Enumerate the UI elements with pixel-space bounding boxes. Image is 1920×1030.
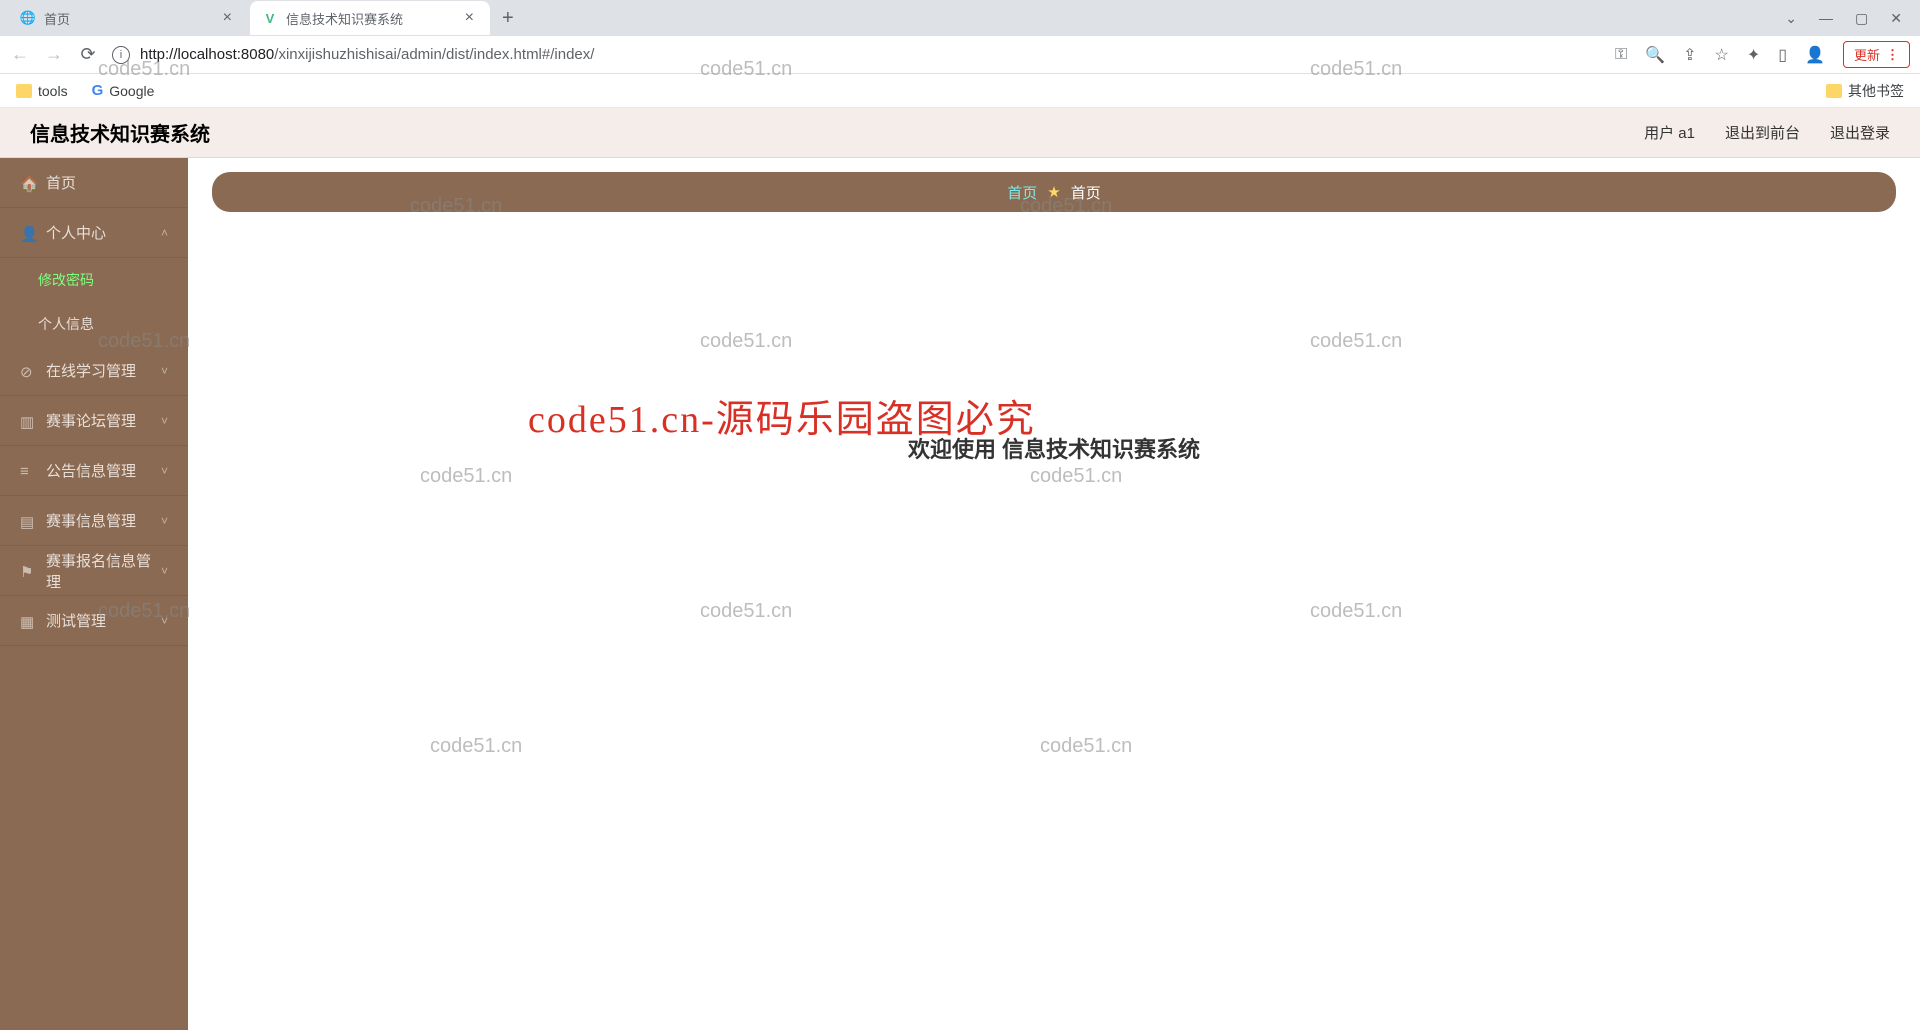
zoom-icon[interactable]: 🔍 [1645, 45, 1665, 65]
sidebar-item-label: 赛事论坛管理 [46, 410, 161, 431]
chevron-down-icon: ˅ [161, 564, 168, 578]
new-tab-button[interactable]: + [492, 7, 524, 30]
chevron-down-icon: ˅ [161, 364, 168, 378]
sidebar-item-test[interactable]: ▦ 测试管理 ˅ [0, 596, 188, 646]
chevron-down-icon: ˅ [161, 414, 168, 428]
event-icon: ▤ [20, 513, 36, 529]
chevron-down-icon: ˅ [161, 614, 168, 628]
bookmark-label: Google [109, 83, 154, 99]
test-icon: ▦ [20, 613, 36, 629]
sidebar-item-online-study[interactable]: ⊘ 在线学习管理 ˅ [0, 346, 188, 396]
welcome-text: 欢迎使用 信息技术知识赛系统 [212, 432, 1896, 464]
url-path: /xinxijishuzhishisai/admin/dist/index.ht… [274, 46, 594, 63]
maximize-icon[interactable]: ▢ [1855, 10, 1868, 27]
bookmarks-bar: tools G Google 其他书签 [0, 74, 1920, 108]
forward-button[interactable]: → [44, 44, 64, 65]
close-window-icon[interactable]: ✕ [1890, 10, 1902, 27]
sidebar-item-label: 首页 [46, 172, 168, 193]
url-input[interactable]: i http://localhost:8080/xinxijishuzhishi… [112, 46, 1601, 64]
profile-icon[interactable]: 👤 [1805, 45, 1825, 65]
sidebar-item-forum[interactable]: ▥ 赛事论坛管理 ˅ [0, 396, 188, 446]
sidebar-sub-personal-info[interactable]: 个人信息 [0, 302, 188, 346]
flag-icon: ⚑ [20, 563, 36, 579]
sidebar-item-notice[interactable]: ≡ 公告信息管理 ˅ [0, 446, 188, 496]
folder-icon [1826, 84, 1842, 98]
user-label[interactable]: 用户 a1 [1644, 122, 1695, 143]
toolbar-icons: ⚿ 🔍 ⇪ ☆ ✦ ▯ 👤 更新⋮ [1615, 41, 1910, 68]
app-title: 信息技术知识赛系统 [30, 118, 210, 147]
update-button[interactable]: 更新⋮ [1843, 41, 1910, 68]
star-separator-icon: ★ [1047, 183, 1060, 201]
to-front-button[interactable]: 退出到前台 [1725, 122, 1800, 143]
book-icon: ⊘ [20, 363, 36, 379]
sidebar-item-label: 赛事报名信息管理 [46, 550, 161, 592]
bookmark-label: tools [38, 83, 68, 99]
google-icon: G [92, 82, 104, 99]
url-host: localhost [178, 46, 237, 63]
app-body: 🏠 首页 👤 个人中心 ˄ 修改密码 个人信息 ⊘ 在线学习管理 ˅ ▥ 赛事论… [0, 158, 1920, 1030]
bookmark-google[interactable]: G Google [92, 82, 155, 99]
chevron-up-icon: ˄ [161, 226, 168, 240]
reload-button[interactable]: ⟳ [78, 44, 98, 65]
breadcrumb: 首页 ★ 首页 [212, 172, 1896, 212]
sidebar-sub-label: 个人信息 [38, 314, 94, 334]
extensions-icon[interactable]: ✦ [1747, 45, 1760, 65]
chevron-down-icon: ˅ [161, 464, 168, 478]
tab-title: 信息技术知识赛系统 [286, 9, 461, 28]
sidebar-item-label: 在线学习管理 [46, 360, 161, 381]
sidebar-sub-label: 修改密码 [38, 270, 94, 290]
chevron-down-icon: ˅ [161, 514, 168, 528]
share-icon[interactable]: ⇪ [1683, 45, 1696, 65]
url-port: :8080 [237, 46, 275, 63]
breadcrumb-root[interactable]: 首页 [1007, 182, 1037, 203]
minimize-icon[interactable]: — [1819, 10, 1833, 27]
main-content: 首页 ★ 首页 欢迎使用 信息技术知识赛系统 code51.cn-源码乐园盗图必… [188, 158, 1920, 1030]
bookmark-tools[interactable]: tools [16, 83, 68, 99]
chevron-down-icon[interactable]: ⌄ [1785, 10, 1797, 27]
sidebar-item-label: 赛事信息管理 [46, 510, 161, 531]
tab-title: 首页 [44, 9, 219, 28]
home-icon: 🏠 [20, 175, 36, 191]
sidebar-item-event[interactable]: ▤ 赛事信息管理 ˅ [0, 496, 188, 546]
header-actions: 用户 a1 退出到前台 退出登录 [1644, 122, 1890, 143]
back-button[interactable]: ← [10, 44, 30, 65]
close-icon[interactable]: × [219, 9, 236, 27]
info-icon[interactable]: i [112, 46, 130, 64]
notice-icon: ≡ [20, 463, 36, 479]
globe-icon: 🌐 [20, 10, 36, 26]
sidebar-item-profile[interactable]: 👤 个人中心 ˄ [0, 208, 188, 258]
sidebar-item-label: 测试管理 [46, 610, 161, 631]
close-icon[interactable]: × [461, 9, 478, 27]
browser-tab-strip: 🌐 首页 × V 信息技术知识赛系统 × + ⌄ — ▢ ✕ [0, 0, 1920, 36]
address-bar: ← → ⟳ i http://localhost:8080/xinxijishu… [0, 36, 1920, 74]
sidebar-item-label: 个人中心 [46, 222, 161, 243]
sidebar: 🏠 首页 👤 个人中心 ˄ 修改密码 个人信息 ⊘ 在线学习管理 ˅ ▥ 赛事论… [0, 158, 188, 1030]
bookmark-label: 其他书签 [1848, 81, 1904, 101]
window-controls: ⌄ — ▢ ✕ [1785, 10, 1912, 27]
browser-tab-active[interactable]: V 信息技术知识赛系统 × [250, 1, 490, 35]
app-header: 信息技术知识赛系统 用户 a1 退出到前台 退出登录 [0, 108, 1920, 158]
logout-button[interactable]: 退出登录 [1830, 122, 1890, 143]
user-icon: 👤 [20, 225, 36, 241]
sidepanel-icon[interactable]: ▯ [1778, 45, 1787, 65]
sidebar-item-label: 公告信息管理 [46, 460, 161, 481]
sidebar-item-signup[interactable]: ⚑ 赛事报名信息管理 ˅ [0, 546, 188, 596]
vue-icon: V [262, 10, 278, 26]
sidebar-item-home[interactable]: 🏠 首页 [0, 158, 188, 208]
sidebar-sub-change-password[interactable]: 修改密码 [0, 258, 188, 302]
folder-icon [16, 84, 32, 98]
key-icon[interactable]: ⚿ [1615, 46, 1627, 64]
breadcrumb-current: 首页 [1071, 182, 1101, 203]
forum-icon: ▥ [20, 413, 36, 429]
other-bookmarks[interactable]: 其他书签 [1826, 81, 1904, 101]
star-icon[interactable]: ☆ [1715, 45, 1729, 65]
browser-tab-inactive[interactable]: 🌐 首页 × [8, 1, 248, 35]
